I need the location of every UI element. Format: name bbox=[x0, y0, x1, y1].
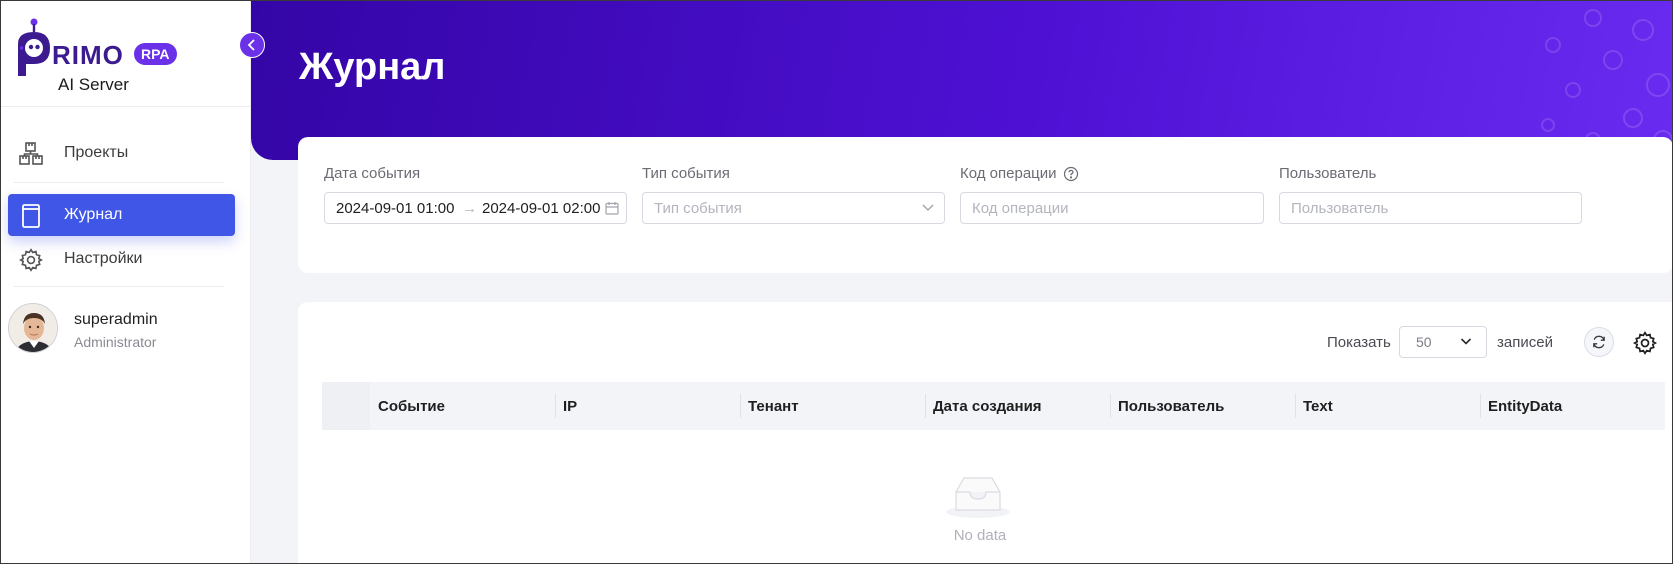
table-header: Событие IP Тенант Дата создания Пользова… bbox=[322, 382, 1665, 430]
user-profile[interactable]: superadmin Administrator bbox=[8, 303, 238, 355]
empty-state-text: No data bbox=[953, 527, 1007, 544]
projects-icon bbox=[19, 142, 43, 165]
avatar bbox=[8, 303, 58, 353]
empty-inbox-icon bbox=[946, 477, 1010, 518]
page-title: Журнал bbox=[299, 46, 446, 88]
column-header-created[interactable]: Дата создания bbox=[925, 382, 1110, 430]
user-filter-input[interactable]: Пользователь bbox=[1279, 192, 1582, 224]
user-filter-placeholder: Пользователь bbox=[1291, 200, 1389, 217]
sidebar-item-journal[interactable]: Журнал bbox=[8, 194, 235, 236]
divider bbox=[14, 182, 224, 183]
sidebar-item-label: Журнал bbox=[64, 206, 123, 223]
gear-icon bbox=[19, 248, 43, 272]
brand-badge: RPA bbox=[134, 43, 177, 65]
page-size-value: 50 bbox=[1416, 334, 1432, 350]
page-header: Журнал bbox=[251, 0, 1673, 160]
operation-code-label: Код операции bbox=[960, 165, 1079, 182]
sidebar: RIMO RPA AI Server Проекты Журнал Настро… bbox=[0, 0, 251, 564]
calendar-icon bbox=[605, 202, 619, 215]
event-type-select[interactable]: Тип события bbox=[642, 192, 945, 224]
user-role: Administrator bbox=[74, 334, 157, 350]
operation-code-input[interactable]: Код операции bbox=[960, 192, 1264, 224]
divider bbox=[0, 106, 251, 107]
journal-icon bbox=[22, 204, 40, 228]
date-start[interactable]: 2024-09-01 01:00 bbox=[336, 200, 454, 217]
date-filter-label: Дата события bbox=[324, 165, 421, 182]
collapse-sidebar-button[interactable] bbox=[239, 32, 265, 58]
page-size-select[interactable]: 50 bbox=[1399, 326, 1487, 358]
user-filter-label: Пользователь bbox=[1279, 165, 1377, 182]
refresh-button[interactable] bbox=[1584, 327, 1614, 357]
sidebar-item-label: Настройки bbox=[64, 250, 143, 267]
brand-wordmark: RIMO bbox=[52, 40, 124, 70]
column-header-event[interactable]: Событие bbox=[370, 382, 555, 430]
column-header-user[interactable]: Пользователь bbox=[1110, 382, 1295, 430]
table-settings-icon[interactable] bbox=[1632, 330, 1658, 356]
help-icon[interactable] bbox=[1063, 166, 1079, 182]
decorative-robot-pattern bbox=[1541, 9, 1673, 150]
date-range-picker[interactable]: 2024-09-01 01:00 → 2024-09-01 02:00 bbox=[324, 192, 627, 224]
brand-logo[interactable]: RIMO RPA AI Server bbox=[14, 18, 234, 102]
expand-column-header bbox=[322, 382, 370, 430]
date-end[interactable]: 2024-09-01 02:00 bbox=[482, 200, 600, 217]
refresh-icon bbox=[1593, 335, 1605, 349]
event-type-placeholder: Тип события bbox=[654, 200, 742, 217]
brand-subtitle: AI Server bbox=[58, 75, 129, 94]
range-arrow-icon: → bbox=[462, 200, 477, 217]
show-label: Показать bbox=[1327, 334, 1391, 351]
journal-table-panel: Показать 50 записей Событие IP Тенант Да… bbox=[298, 302, 1673, 564]
sidebar-item-projects[interactable]: Проекты bbox=[8, 132, 235, 174]
divider bbox=[14, 286, 224, 287]
column-header-tenant[interactable]: Тенант bbox=[740, 382, 925, 430]
user-name: superadmin bbox=[74, 311, 158, 328]
operation-code-placeholder: Код операции bbox=[972, 200, 1069, 217]
event-type-label: Тип события bbox=[642, 165, 730, 182]
robot-logo-icon bbox=[18, 18, 50, 76]
operation-code-label-text: Код операции bbox=[960, 165, 1057, 182]
sidebar-item-label: Проекты bbox=[64, 144, 129, 161]
chevron-down-icon bbox=[1460, 338, 1472, 345]
filters-panel: Дата события 2024-09-01 01:00 → 2024-09-… bbox=[298, 137, 1673, 273]
column-header-text[interactable]: Text bbox=[1295, 382, 1480, 430]
column-header-entitydata[interactable]: EntityData bbox=[1480, 382, 1665, 430]
column-header-ip[interactable]: IP bbox=[555, 382, 740, 430]
chevron-left-icon bbox=[247, 39, 255, 51]
records-label: записей bbox=[1497, 334, 1553, 351]
sidebar-item-settings[interactable]: Настройки bbox=[8, 238, 235, 280]
chevron-down-icon bbox=[922, 204, 934, 211]
